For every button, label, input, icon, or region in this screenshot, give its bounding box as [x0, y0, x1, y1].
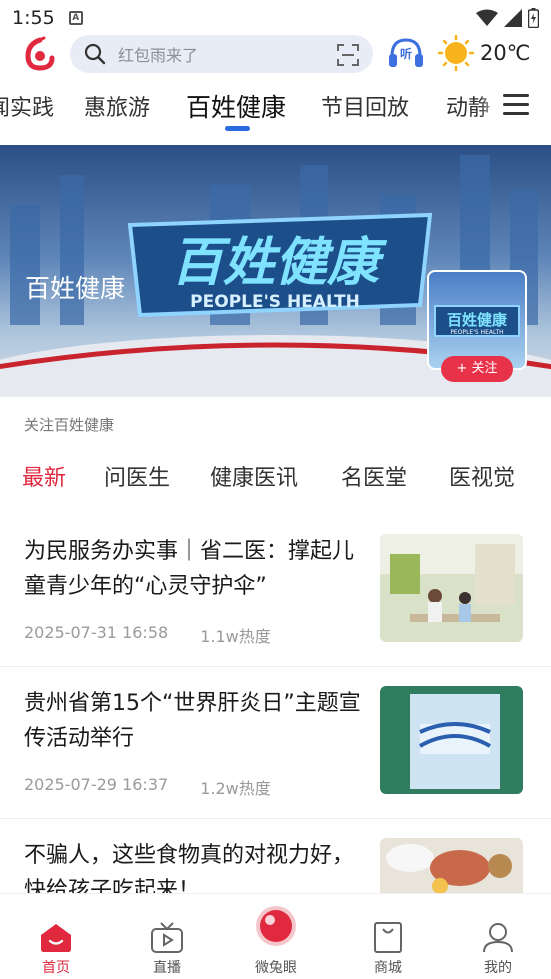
subtab-ask-doctor[interactable]: 问医生	[104, 460, 170, 492]
subtab-famous-doctors[interactable]: 名医堂	[341, 460, 407, 492]
home-icon	[41, 924, 71, 952]
weather-sun-icon	[437, 34, 475, 72]
status-icons	[476, 8, 539, 28]
nav-mine-label: 我的	[484, 960, 512, 976]
nav-weituyan-label: 微兔眼	[255, 960, 297, 976]
follow-caption: 关注百姓健康	[24, 416, 115, 434]
tab-travel[interactable]: 惠旅游	[84, 90, 150, 122]
news-date: 2025-07-29 16:37	[24, 775, 169, 794]
accessibility-icon: A	[68, 11, 83, 25]
user-icon	[483, 923, 513, 953]
follow-button[interactable]: + 关注	[441, 356, 513, 382]
battery-icon	[528, 8, 539, 28]
search-placeholder: 红包雨来了	[118, 46, 199, 65]
nav-mall[interactable]: 商城	[343, 894, 433, 979]
temperature: 20℃	[480, 41, 531, 65]
nav-weituyan[interactable]: 微兔眼	[231, 894, 321, 979]
channel-thumbnail-image: 百姓健康 PEOPLE'S HEALTH	[434, 305, 520, 337]
weituyan-icon	[256, 906, 296, 946]
subtab-health-news[interactable]: 健康医讯	[210, 460, 298, 492]
channel-thumbnail[interactable]: 百姓健康 PEOPLE'S HEALTH	[427, 270, 527, 370]
divider	[0, 666, 551, 667]
subtab-latest[interactable]: 最新	[22, 460, 66, 492]
news-heat: 1.2w热度	[200, 779, 271, 798]
sub-tabs: 最新 问医生 健康医讯 名医堂 医视觉	[0, 460, 551, 494]
news-thumbnail	[380, 534, 523, 642]
bottom-nav: 首页 直播 微兔眼 商城 我的	[0, 893, 551, 979]
svg-text:PEOPLE'S HEALTH: PEOPLE'S HEALTH	[190, 292, 360, 312]
menu-icon	[503, 94, 529, 116]
news-item[interactable]: 不骗人，这些食物真的对视力好，快给孩子吃起来！	[0, 838, 551, 893]
news-meta: 2025-07-29 16:37 1.2w热度	[24, 775, 271, 799]
news-heat: 1.1w热度	[200, 627, 271, 646]
search-icon	[84, 43, 106, 65]
banner-title: 百姓健康	[25, 274, 126, 303]
nav-mall-label: 商城	[374, 960, 402, 976]
shopping-bag-icon	[374, 922, 402, 953]
news-title: 为民服务办实事｜省二医：撑起儿童青少年的“心灵守护伞”	[24, 539, 355, 599]
status-bar: 1:55 A	[0, 0, 551, 36]
divider	[0, 818, 551, 819]
news-date: 2025-07-31 16:58	[24, 623, 169, 642]
news-title: 不骗人，这些食物真的对视力好，快给孩子吃起来！	[24, 843, 355, 893]
search-bar[interactable]: 红包雨来了	[70, 35, 373, 73]
svg-text:百姓健康: 百姓健康	[171, 233, 388, 293]
active-tab-indicator	[225, 126, 250, 131]
news-thumbnail-image	[380, 838, 523, 893]
signal-icon	[504, 9, 522, 27]
svg-text:百姓健康: 百姓健康	[447, 311, 508, 329]
news-thumbnail-image	[380, 534, 523, 642]
news-thumbnail	[380, 838, 523, 893]
news-meta: 2025-07-31 16:58 1.1w热度	[24, 623, 271, 647]
subtab-medical-vision[interactable]: 医视觉	[449, 460, 515, 492]
scan-icon[interactable]	[337, 44, 359, 66]
news-title: 贵州省第15个“世界肝炎日”主题宣传活动举行	[24, 691, 361, 751]
listen-label: 听	[400, 46, 412, 61]
channel-tabs: 闻实践 惠旅游 百姓健康 节目回放 动静	[0, 82, 551, 136]
channel-banner: 百姓健康 PEOPLE'S HEALTH 百姓健康 百姓健康 PEOPLE'S …	[0, 145, 551, 397]
news-thumbnail	[380, 686, 523, 794]
tab-program-replay[interactable]: 节目回放	[321, 90, 409, 122]
tab-news-practice[interactable]: 闻实践	[0, 90, 54, 122]
svg-text:PEOPLE'S HEALTH: PEOPLE'S HEALTH	[450, 329, 503, 336]
nav-home-label: 首页	[42, 960, 70, 976]
app-logo[interactable]	[24, 36, 56, 72]
nav-live-label: 直播	[153, 960, 181, 976]
nav-mine[interactable]: 我的	[453, 894, 543, 979]
listen-icon[interactable]: 听	[387, 34, 425, 72]
nav-live[interactable]: 直播	[122, 894, 212, 979]
tab-people-health[interactable]: 百姓健康	[186, 88, 286, 124]
news-thumbnail-image	[380, 686, 523, 794]
channel-menu-button[interactable]	[479, 82, 551, 134]
status-time: 1:55	[12, 7, 55, 29]
tv-icon	[151, 922, 183, 953]
top-header: 红包雨来了 听 20℃	[0, 34, 551, 74]
nav-home[interactable]: 首页	[11, 894, 101, 979]
wifi-icon	[476, 9, 498, 26]
